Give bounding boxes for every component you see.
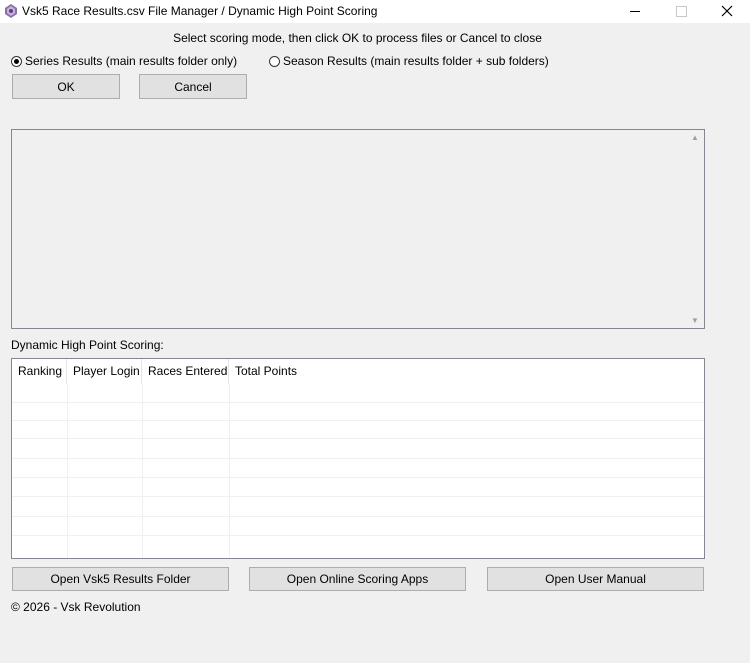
radio-unchecked-icon[interactable] [269,55,280,67]
minimize-button[interactable] [612,0,658,23]
close-button[interactable] [704,0,750,23]
column-header-ranking[interactable]: Ranking [12,359,67,384]
scoring-section-label: Dynamic High Point Scoring: [11,338,164,352]
row-divider [12,496,704,497]
scroll-down-icon[interactable]: ▼ [691,316,699,325]
vertical-scrollbar[interactable]: ▲ ▼ [687,130,704,328]
ok-button[interactable]: OK [12,74,120,99]
column-divider [142,384,143,558]
output-textbox[interactable]: ▲ ▼ [11,129,705,329]
column-divider [229,384,230,558]
open-online-scoring-apps-button[interactable]: Open Online Scoring Apps [249,567,466,591]
app-icon [4,4,18,18]
column-header-total-points[interactable]: Total Points [229,359,329,384]
minimize-icon [630,11,640,12]
column-divider [67,384,68,558]
instructions-label: Select scoring mode, then click OK to pr… [173,31,542,45]
row-divider [12,516,704,517]
maximize-icon [676,6,687,17]
maximize-button [658,0,704,23]
open-results-folder-button[interactable]: Open Vsk5 Results Folder [12,567,229,591]
row-divider [12,420,704,421]
row-divider [12,402,704,403]
radio-checked-icon[interactable] [11,55,22,67]
season-results-radio[interactable]: Season Results (main results folder + su… [269,53,549,69]
window-title: Vsk5 Race Results.csv File Manager / Dyn… [22,4,378,18]
cancel-button[interactable]: Cancel [139,74,247,99]
row-divider [12,477,704,478]
title-bar[interactable]: Vsk5 Race Results.csv File Manager / Dyn… [0,0,750,23]
series-results-label[interactable]: Series Results (main results folder only… [25,54,237,68]
close-icon [721,5,733,17]
season-results-label[interactable]: Season Results (main results folder + su… [283,54,549,68]
row-divider [12,535,704,536]
row-divider [12,458,704,459]
row-divider [12,438,704,439]
column-header-player-login[interactable]: Player Login [67,359,142,384]
table-header: Ranking Player Login Races Entered Total… [12,359,704,384]
series-results-radio[interactable]: Series Results (main results folder only… [11,53,237,69]
scroll-up-icon[interactable]: ▲ [691,133,699,142]
scoring-table[interactable]: Ranking Player Login Races Entered Total… [11,358,705,559]
open-user-manual-button[interactable]: Open User Manual [487,567,704,591]
column-header-races-entered[interactable]: Races Entered [142,359,229,384]
copyright-label: © 2026 - Vsk Revolution [11,600,141,614]
